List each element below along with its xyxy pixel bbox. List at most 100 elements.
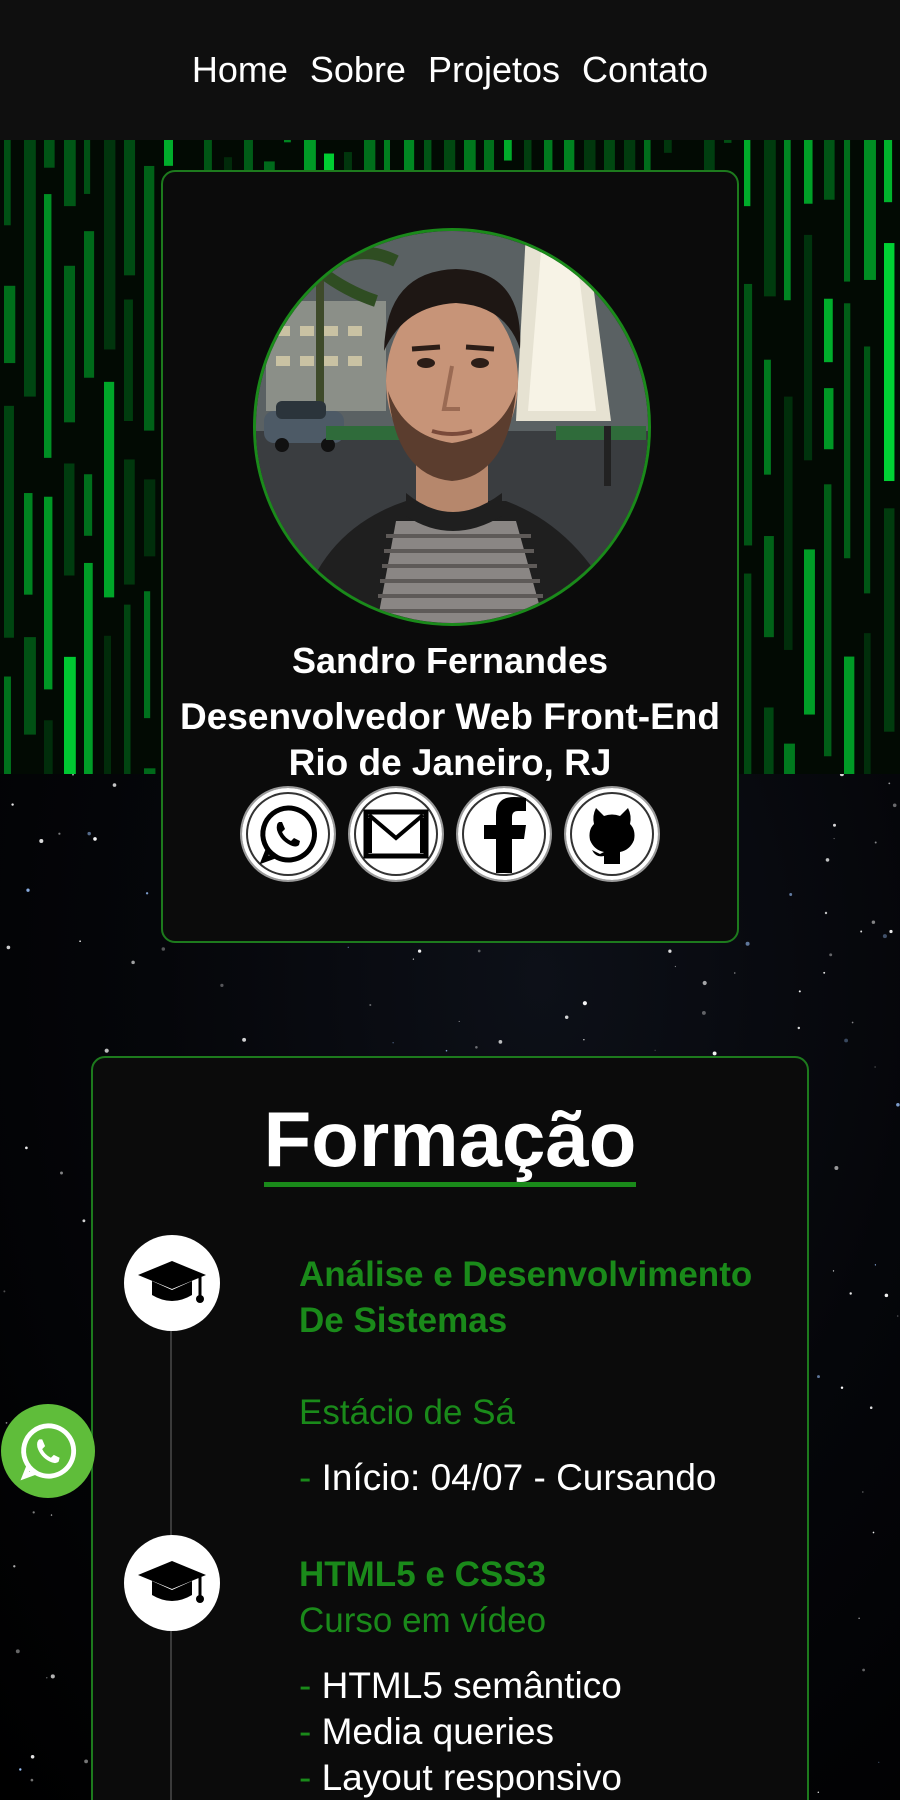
matrix-rain-stroke bbox=[44, 194, 52, 458]
matrix-rain-stroke bbox=[64, 140, 76, 207]
gmail-icon bbox=[363, 809, 429, 859]
nav-projetos[interactable]: Projetos bbox=[428, 0, 560, 140]
matrix-rain-stroke bbox=[64, 265, 76, 423]
matrix-rain-stroke bbox=[784, 140, 791, 301]
education-item-title: Análise e Desenvolvimento De Sistemas bbox=[299, 1255, 753, 1340]
top-navigation: Home Sobre Projetos Contato bbox=[0, 0, 900, 140]
star bbox=[858, 1617, 860, 1619]
matrix-rain-stroke bbox=[744, 283, 753, 546]
matrix-rain-stroke bbox=[884, 508, 895, 732]
star bbox=[817, 1375, 820, 1379]
star bbox=[840, 1386, 844, 1390]
star bbox=[862, 1668, 865, 1672]
star bbox=[798, 990, 801, 993]
star bbox=[745, 941, 750, 946]
matrix-rain-stroke bbox=[864, 140, 876, 280]
education-item-title: HTML5 e CSS3 bbox=[299, 1555, 546, 1594]
whatsapp-link[interactable] bbox=[240, 786, 336, 882]
email-link[interactable] bbox=[348, 786, 444, 882]
star bbox=[829, 953, 833, 957]
matrix-rain-stroke bbox=[124, 459, 135, 585]
star bbox=[860, 930, 863, 933]
star bbox=[874, 1264, 877, 1266]
star bbox=[861, 1491, 864, 1493]
facebook-icon bbox=[484, 797, 526, 873]
matrix-rain-stroke bbox=[64, 463, 75, 576]
matrix-rain-stroke bbox=[764, 140, 776, 297]
matrix-rain-stroke bbox=[24, 493, 33, 595]
matrix-rain-stroke bbox=[844, 140, 851, 282]
floating-whatsapp-button[interactable] bbox=[1, 1404, 95, 1498]
star bbox=[145, 892, 149, 895]
matrix-rain-stroke bbox=[124, 140, 136, 276]
matrix-rain-stroke bbox=[4, 676, 11, 774]
star bbox=[79, 940, 81, 943]
star bbox=[112, 783, 117, 787]
profile-role: Desenvolvedor Web Front-End bbox=[180, 696, 720, 737]
star bbox=[458, 1020, 460, 1022]
whatsapp-icon bbox=[259, 805, 317, 865]
education-item-detail: - Início: 04/07 - Cursando bbox=[299, 1457, 717, 1498]
star bbox=[888, 782, 891, 785]
star bbox=[30, 1778, 34, 1782]
matrix-rain-stroke bbox=[804, 140, 813, 204]
star bbox=[58, 832, 61, 835]
matrix-rain-stroke bbox=[864, 346, 871, 594]
education-item-detail: - Media queries bbox=[299, 1711, 555, 1752]
nav-sobre[interactable]: Sobre bbox=[310, 0, 406, 140]
matrix-rain-stroke bbox=[4, 285, 16, 364]
matrix-rain-stroke bbox=[844, 303, 851, 559]
star bbox=[823, 971, 826, 974]
github-link[interactable] bbox=[564, 786, 660, 882]
star bbox=[564, 1015, 569, 1019]
star bbox=[833, 838, 835, 840]
star bbox=[161, 947, 166, 951]
star bbox=[11, 803, 14, 806]
matrix-rain-stroke bbox=[104, 381, 115, 598]
star bbox=[832, 1270, 835, 1272]
star bbox=[131, 960, 135, 965]
star bbox=[498, 1040, 503, 1044]
matrix-rain-stroke bbox=[144, 165, 155, 431]
matrix-rain-stroke bbox=[24, 140, 36, 397]
star bbox=[19, 1768, 22, 1771]
matrix-rain-stroke bbox=[804, 549, 815, 715]
star bbox=[874, 1066, 876, 1068]
star bbox=[3, 1290, 6, 1293]
star bbox=[734, 972, 736, 974]
star bbox=[347, 946, 349, 948]
star bbox=[39, 838, 44, 844]
matrix-rain-stroke bbox=[24, 637, 36, 735]
education-item-institution: Curso em vídeo bbox=[299, 1601, 547, 1640]
matrix-rain-stroke bbox=[664, 140, 672, 153]
nav-contato[interactable]: Contato bbox=[582, 0, 708, 140]
profile-card: Sandro Fernandes Desenvolvedor Web Front… bbox=[161, 170, 739, 943]
star bbox=[25, 1146, 28, 1150]
facebook-link[interactable] bbox=[456, 786, 552, 882]
matrix-rain-stroke bbox=[144, 479, 156, 557]
star bbox=[872, 1531, 875, 1534]
star bbox=[871, 920, 876, 924]
star bbox=[445, 1049, 448, 1052]
star bbox=[834, 1166, 839, 1170]
star bbox=[817, 1791, 820, 1794]
star bbox=[475, 1046, 478, 1049]
star bbox=[87, 831, 91, 836]
nav-home[interactable]: Home bbox=[192, 0, 288, 140]
star bbox=[849, 1292, 852, 1295]
star bbox=[789, 893, 793, 896]
star bbox=[674, 965, 677, 968]
matrix-rain-stroke bbox=[784, 396, 793, 650]
education-item-institution: Estácio de Sá bbox=[299, 1393, 515, 1432]
star bbox=[825, 858, 830, 862]
matrix-rain-stroke bbox=[824, 298, 833, 363]
matrix-rain-stroke bbox=[864, 633, 871, 774]
star bbox=[654, 1049, 656, 1051]
graduation-cap-icon bbox=[138, 1561, 206, 1603]
matrix-rain-stroke bbox=[784, 743, 795, 774]
matrix-rain-stroke bbox=[744, 140, 751, 207]
star bbox=[833, 823, 836, 827]
profile-name: Sandro Fernandes bbox=[291, 640, 609, 681]
star bbox=[896, 1103, 900, 1107]
matrix-rain-stroke bbox=[764, 359, 771, 475]
